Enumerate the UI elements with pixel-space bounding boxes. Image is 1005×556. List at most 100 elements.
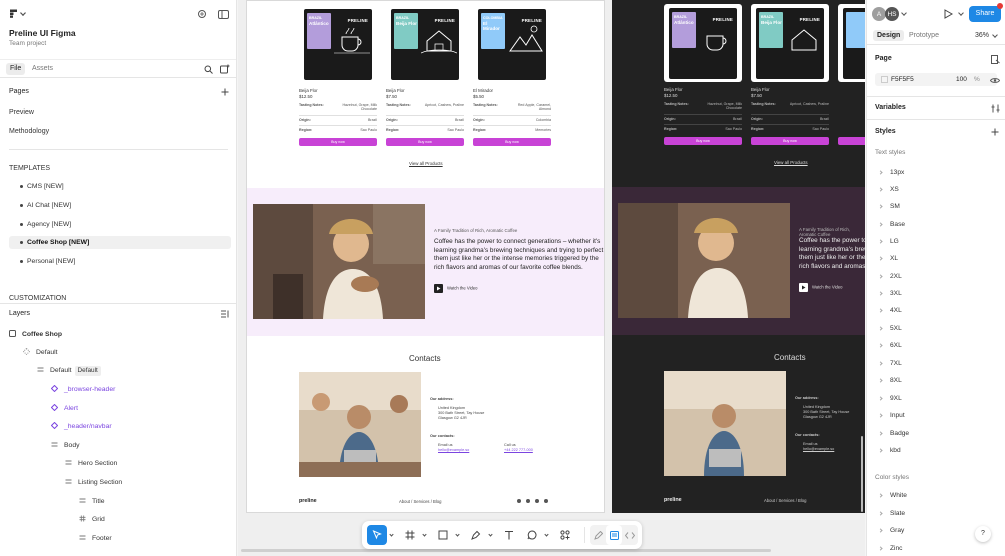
- draw-mode-button[interactable]: [590, 525, 606, 545]
- page-item-ai-chat[interactable]: AI Chat [NEW]: [9, 199, 231, 212]
- layer-header-navbar[interactable]: _header/navbar: [51, 421, 112, 433]
- frame-tool-chevron-icon[interactable]: [422, 532, 427, 537]
- present-play-icon[interactable]: [942, 8, 954, 20]
- add-page-icon[interactable]: [219, 63, 231, 75]
- text-style-9xl[interactable]: 9XL: [875, 393, 1000, 405]
- layer-default[interactable]: Default: [23, 347, 58, 359]
- layer-grid[interactable]: Grid: [79, 514, 105, 526]
- fill-hex[interactable]: F5F5F5: [891, 76, 914, 83]
- text-style-13px[interactable]: 13px: [875, 167, 1000, 179]
- tab-assets[interactable]: Assets: [28, 63, 57, 75]
- page-item-personal[interactable]: Personal [NEW]: [9, 255, 231, 268]
- layers-list-icon[interactable]: [219, 308, 231, 320]
- tab-design[interactable]: Design: [873, 30, 905, 41]
- frame-coffee-shop-light[interactable]: BRAZIL Atlântico PRELINE Beija Flor $12.…: [246, 0, 605, 513]
- text-style-3xl[interactable]: 3XL: [875, 288, 1000, 300]
- project-name[interactable]: Preline UI Figma: [9, 28, 76, 38]
- visibility-eye-icon[interactable]: [989, 74, 1001, 86]
- text-style-kbd[interactable]: kbd: [875, 445, 1000, 457]
- pen-tool-chevron-icon[interactable]: [488, 532, 493, 537]
- fill-opacity[interactable]: 100: [956, 76, 967, 83]
- text-style-2xl[interactable]: 2XL: [875, 271, 1000, 283]
- footer-link-about[interactable]: About: [399, 499, 410, 504]
- page-fill-row[interactable]: F5F5F5 100 %: [875, 73, 997, 86]
- color-style-zinc[interactable]: Zinc: [875, 543, 1000, 555]
- zoom-level[interactable]: 36%: [975, 32, 989, 39]
- text-style-xs[interactable]: XS: [875, 184, 1000, 196]
- help-button[interactable]: ?: [975, 526, 991, 542]
- footer-link-services[interactable]: Services: [778, 498, 794, 503]
- avatar[interactable]: HS: [885, 7, 899, 21]
- tab-file[interactable]: File: [6, 63, 26, 75]
- share-button[interactable]: Share: [969, 6, 1001, 22]
- text-style-6xl[interactable]: 6XL: [875, 340, 1000, 352]
- design-mode-button[interactable]: [606, 525, 622, 545]
- text-style-8xl[interactable]: 8XL: [875, 375, 1000, 387]
- layer-coffee-shop[interactable]: Coffee Shop: [9, 329, 62, 341]
- view-all-products-link[interactable]: View all Products: [409, 161, 443, 166]
- project-menu-chevron-icon[interactable]: [20, 10, 26, 16]
- dev-mode-button[interactable]: [622, 525, 638, 545]
- frame-tool-button[interactable]: [400, 525, 420, 545]
- vertical-scrollbar[interactable]: [861, 436, 863, 512]
- page-item-preview[interactable]: Preview: [9, 109, 34, 116]
- add-page-plus-icon[interactable]: [219, 86, 231, 98]
- text-style-sm[interactable]: SM: [875, 201, 1000, 213]
- templates-title[interactable]: TEMPLATES: [9, 165, 50, 172]
- color-style-slate[interactable]: Slate: [875, 508, 1000, 520]
- comment-tool-button[interactable]: [522, 525, 542, 545]
- zoom-chevron-icon[interactable]: [992, 32, 998, 38]
- move-tool-chevron-icon[interactable]: [389, 532, 394, 537]
- page-item-coffee-shop[interactable]: Coffee Shop [NEW]: [9, 236, 231, 249]
- text-style-5xl[interactable]: 5XL: [875, 323, 1000, 335]
- multiplayer-chevron-icon[interactable]: [901, 10, 907, 16]
- avatar[interactable]: A: [872, 7, 886, 21]
- text-style-lg[interactable]: LG: [875, 236, 1000, 248]
- layer-title[interactable]: Title: [79, 496, 105, 508]
- comment-tool-chevron-icon[interactable]: [544, 532, 549, 537]
- footer-link-services[interactable]: Services: [413, 499, 429, 504]
- page-export-icon[interactable]: [989, 53, 1001, 65]
- text-style-input[interactable]: Input: [875, 410, 1000, 422]
- figma-logo-icon[interactable]: [9, 9, 18, 18]
- add-style-icon[interactable]: [989, 126, 1001, 138]
- text-style-7xl[interactable]: 7XL: [875, 358, 1000, 370]
- footer-logo[interactable]: preline: [664, 497, 682, 503]
- layer-alert[interactable]: Alert: [51, 403, 78, 415]
- move-tool-button[interactable]: [367, 525, 387, 545]
- horizontal-scrollbar[interactable]: [241, 549, 771, 552]
- footer-link-blog[interactable]: Blog: [798, 498, 806, 503]
- text-tool-button[interactable]: [499, 525, 519, 545]
- tab-prototype[interactable]: Prototype: [905, 30, 943, 41]
- page-item-methodology[interactable]: Methodology: [9, 128, 49, 135]
- shape-tool-button[interactable]: [433, 525, 453, 545]
- variables-title[interactable]: Variables: [875, 104, 906, 111]
- view-all-products-link[interactable]: View all Products: [774, 160, 808, 165]
- buy-now-button[interactable]: Buy now: [838, 137, 865, 145]
- layer-default-variant[interactable]: Default Default: [37, 365, 101, 377]
- buy-now-button[interactable]: Buy now: [751, 137, 829, 145]
- layer-footer[interactable]: Footer: [79, 533, 112, 545]
- text-style-xl[interactable]: XL: [875, 253, 1000, 265]
- layer-browser-header[interactable]: _browser-header: [51, 384, 115, 396]
- team-name[interactable]: Team project: [9, 40, 46, 47]
- footer-logo[interactable]: preline: [299, 498, 317, 504]
- buy-now-button[interactable]: Buy now: [664, 137, 742, 145]
- watch-video-button[interactable]: Watch the Video: [434, 284, 478, 293]
- search-icon[interactable]: [202, 63, 214, 75]
- social-icon[interactable]: [517, 499, 521, 503]
- page-item-agency[interactable]: Agency [NEW]: [9, 218, 231, 231]
- dev-mode-icon[interactable]: [196, 8, 208, 20]
- phone-link[interactable]: +44 222 777-000: [504, 448, 533, 453]
- text-style-base[interactable]: Base: [875, 219, 1000, 231]
- text-style-badge[interactable]: Badge: [875, 428, 1000, 440]
- layer-hero-section[interactable]: Hero Section: [65, 458, 117, 470]
- social-icon[interactable]: [544, 499, 548, 503]
- color-style-white[interactable]: White: [875, 490, 1000, 502]
- resources-button[interactable]: [555, 525, 575, 545]
- pen-tool-button[interactable]: [466, 525, 486, 545]
- shape-tool-chevron-icon[interactable]: [455, 532, 460, 537]
- present-chevron-icon[interactable]: [958, 10, 964, 16]
- customization-title[interactable]: CUSTOMIZATION: [9, 295, 66, 302]
- fill-swatch[interactable]: [881, 76, 888, 83]
